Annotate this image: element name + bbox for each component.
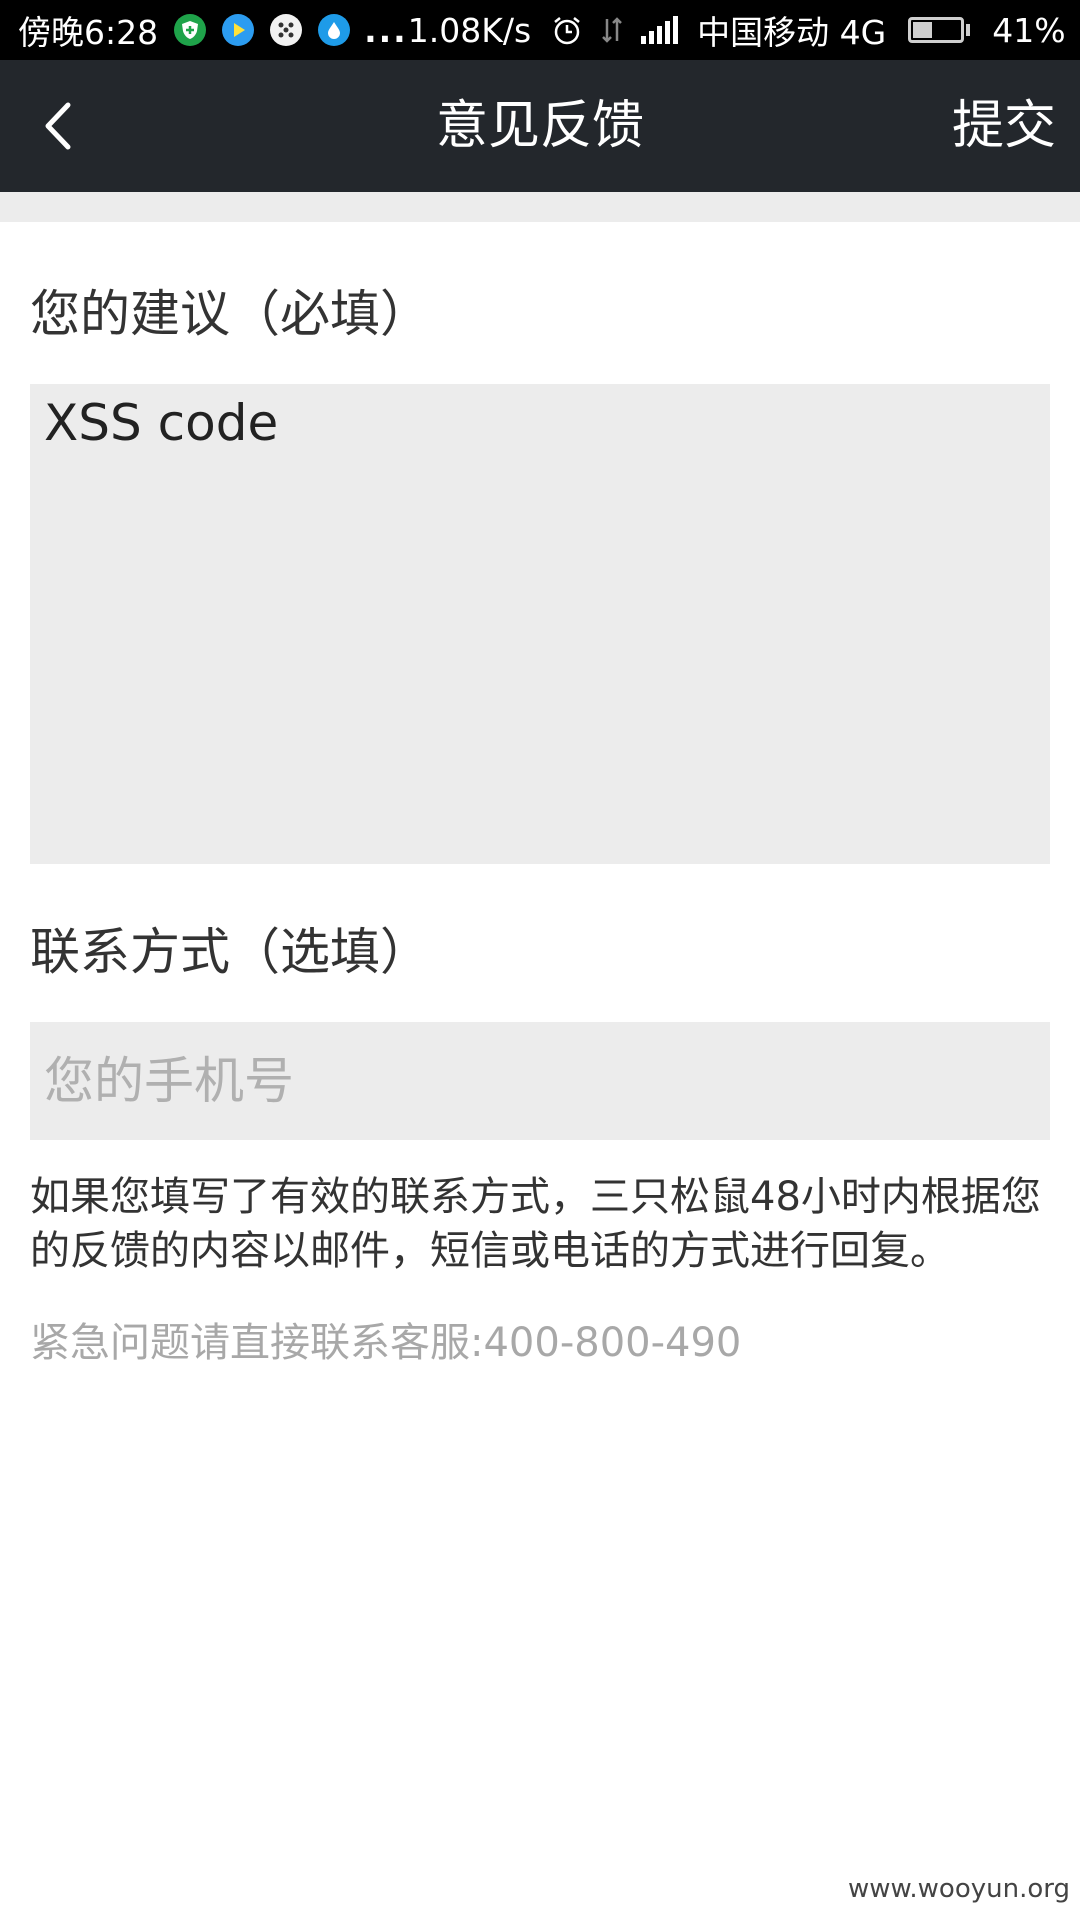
battery-tip: [966, 24, 971, 36]
contact-label: 联系方式（选填）: [30, 923, 430, 981]
divider-strip: [0, 192, 1080, 222]
net-speed: 1.08K/s: [407, 10, 532, 50]
data-arrows-icon: [601, 15, 623, 45]
nav-bar: 意见反馈 提交: [0, 60, 1080, 192]
battery-percent: 41%: [992, 10, 1066, 50]
battery-body: [908, 17, 965, 43]
status-time: 傍晚6:28: [18, 13, 159, 52]
status-left: 傍晚6:28 ...: [18, 6, 408, 54]
contact-note: 如果您填写了有效的联系方式，三只松鼠48小时内根据您的反馈的内容以邮件，短信或电…: [30, 1174, 1041, 1274]
battery-icon: [908, 17, 971, 43]
status-right: 1.08K/s 中国移动 4G 41%: [408, 6, 1066, 54]
status-bar: 傍晚6:28 ... 1.08K/s 中国移动 4G 41%: [0, 0, 1080, 60]
water-drop-icon: [318, 14, 351, 46]
shield-icon: [174, 14, 207, 46]
phone-input[interactable]: 您的手机号: [30, 1022, 1050, 1140]
urgent-contact-text: 紧急问题请直接联系客服:400-800-490: [30, 1320, 742, 1366]
carrier-name: 中国移动 4G: [697, 13, 887, 52]
signal-icon: [641, 16, 679, 44]
alarm-icon: [551, 14, 583, 46]
page-title: 意见反馈: [435, 96, 644, 156]
dice-icon: [270, 14, 303, 46]
watermark: www.wooyun.org: [847, 1874, 1070, 1904]
battery-fill: [913, 22, 933, 38]
play-icon: [222, 14, 255, 46]
submit-button[interactable]: 提交: [952, 60, 1056, 192]
suggestion-label: 您的建议（必填）: [30, 285, 430, 343]
suggestion-textarea[interactable]: XSS code: [30, 384, 1050, 864]
more-notifications: ...: [364, 10, 408, 50]
